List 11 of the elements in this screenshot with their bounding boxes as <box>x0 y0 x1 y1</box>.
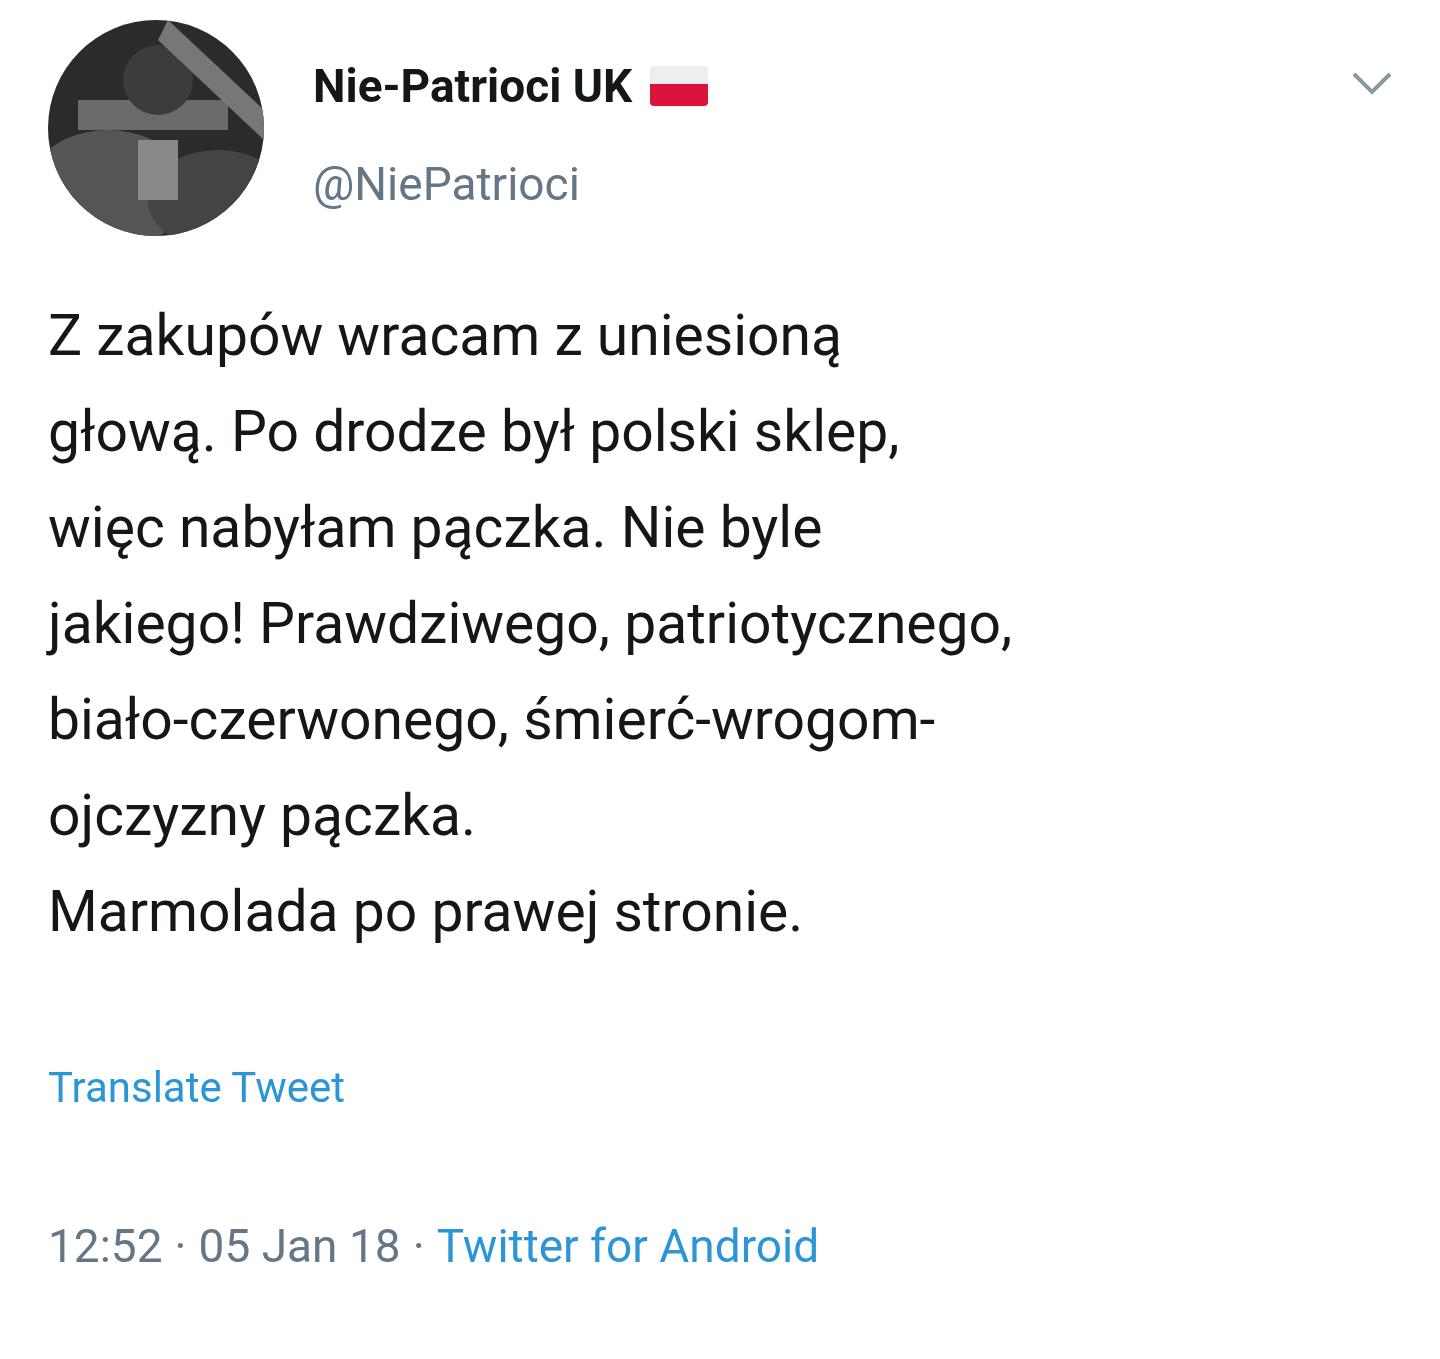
source-link[interactable]: Twitter for Android <box>436 1216 820 1276</box>
tweet-time: 12:52 <box>48 1218 163 1275</box>
separator-dot: · <box>174 1218 187 1275</box>
flag-icon <box>650 66 709 106</box>
chevron-down-icon[interactable] <box>1352 71 1392 95</box>
author-handle: @NiePatrioci <box>313 156 581 213</box>
tweet-text: Z zakupów wracam z uniesioną głową. Po drodze był polski sklep, więc nabyłam pączka. Nie byle jakiego! Prawdziwego, patriotycznego, biało-czerwonego, śmierć-wrogom- ojczyzny pączka. Marmolada po prawej stronie. <box>48 301 1014 947</box>
translate-link[interactable]: Translate Tweet <box>48 1060 346 1116</box>
tweet-date: 05 Jan 18 <box>198 1218 401 1275</box>
author-name: Nie-Patrioci UK <box>313 58 633 115</box>
separator-dot: · <box>412 1218 425 1275</box>
